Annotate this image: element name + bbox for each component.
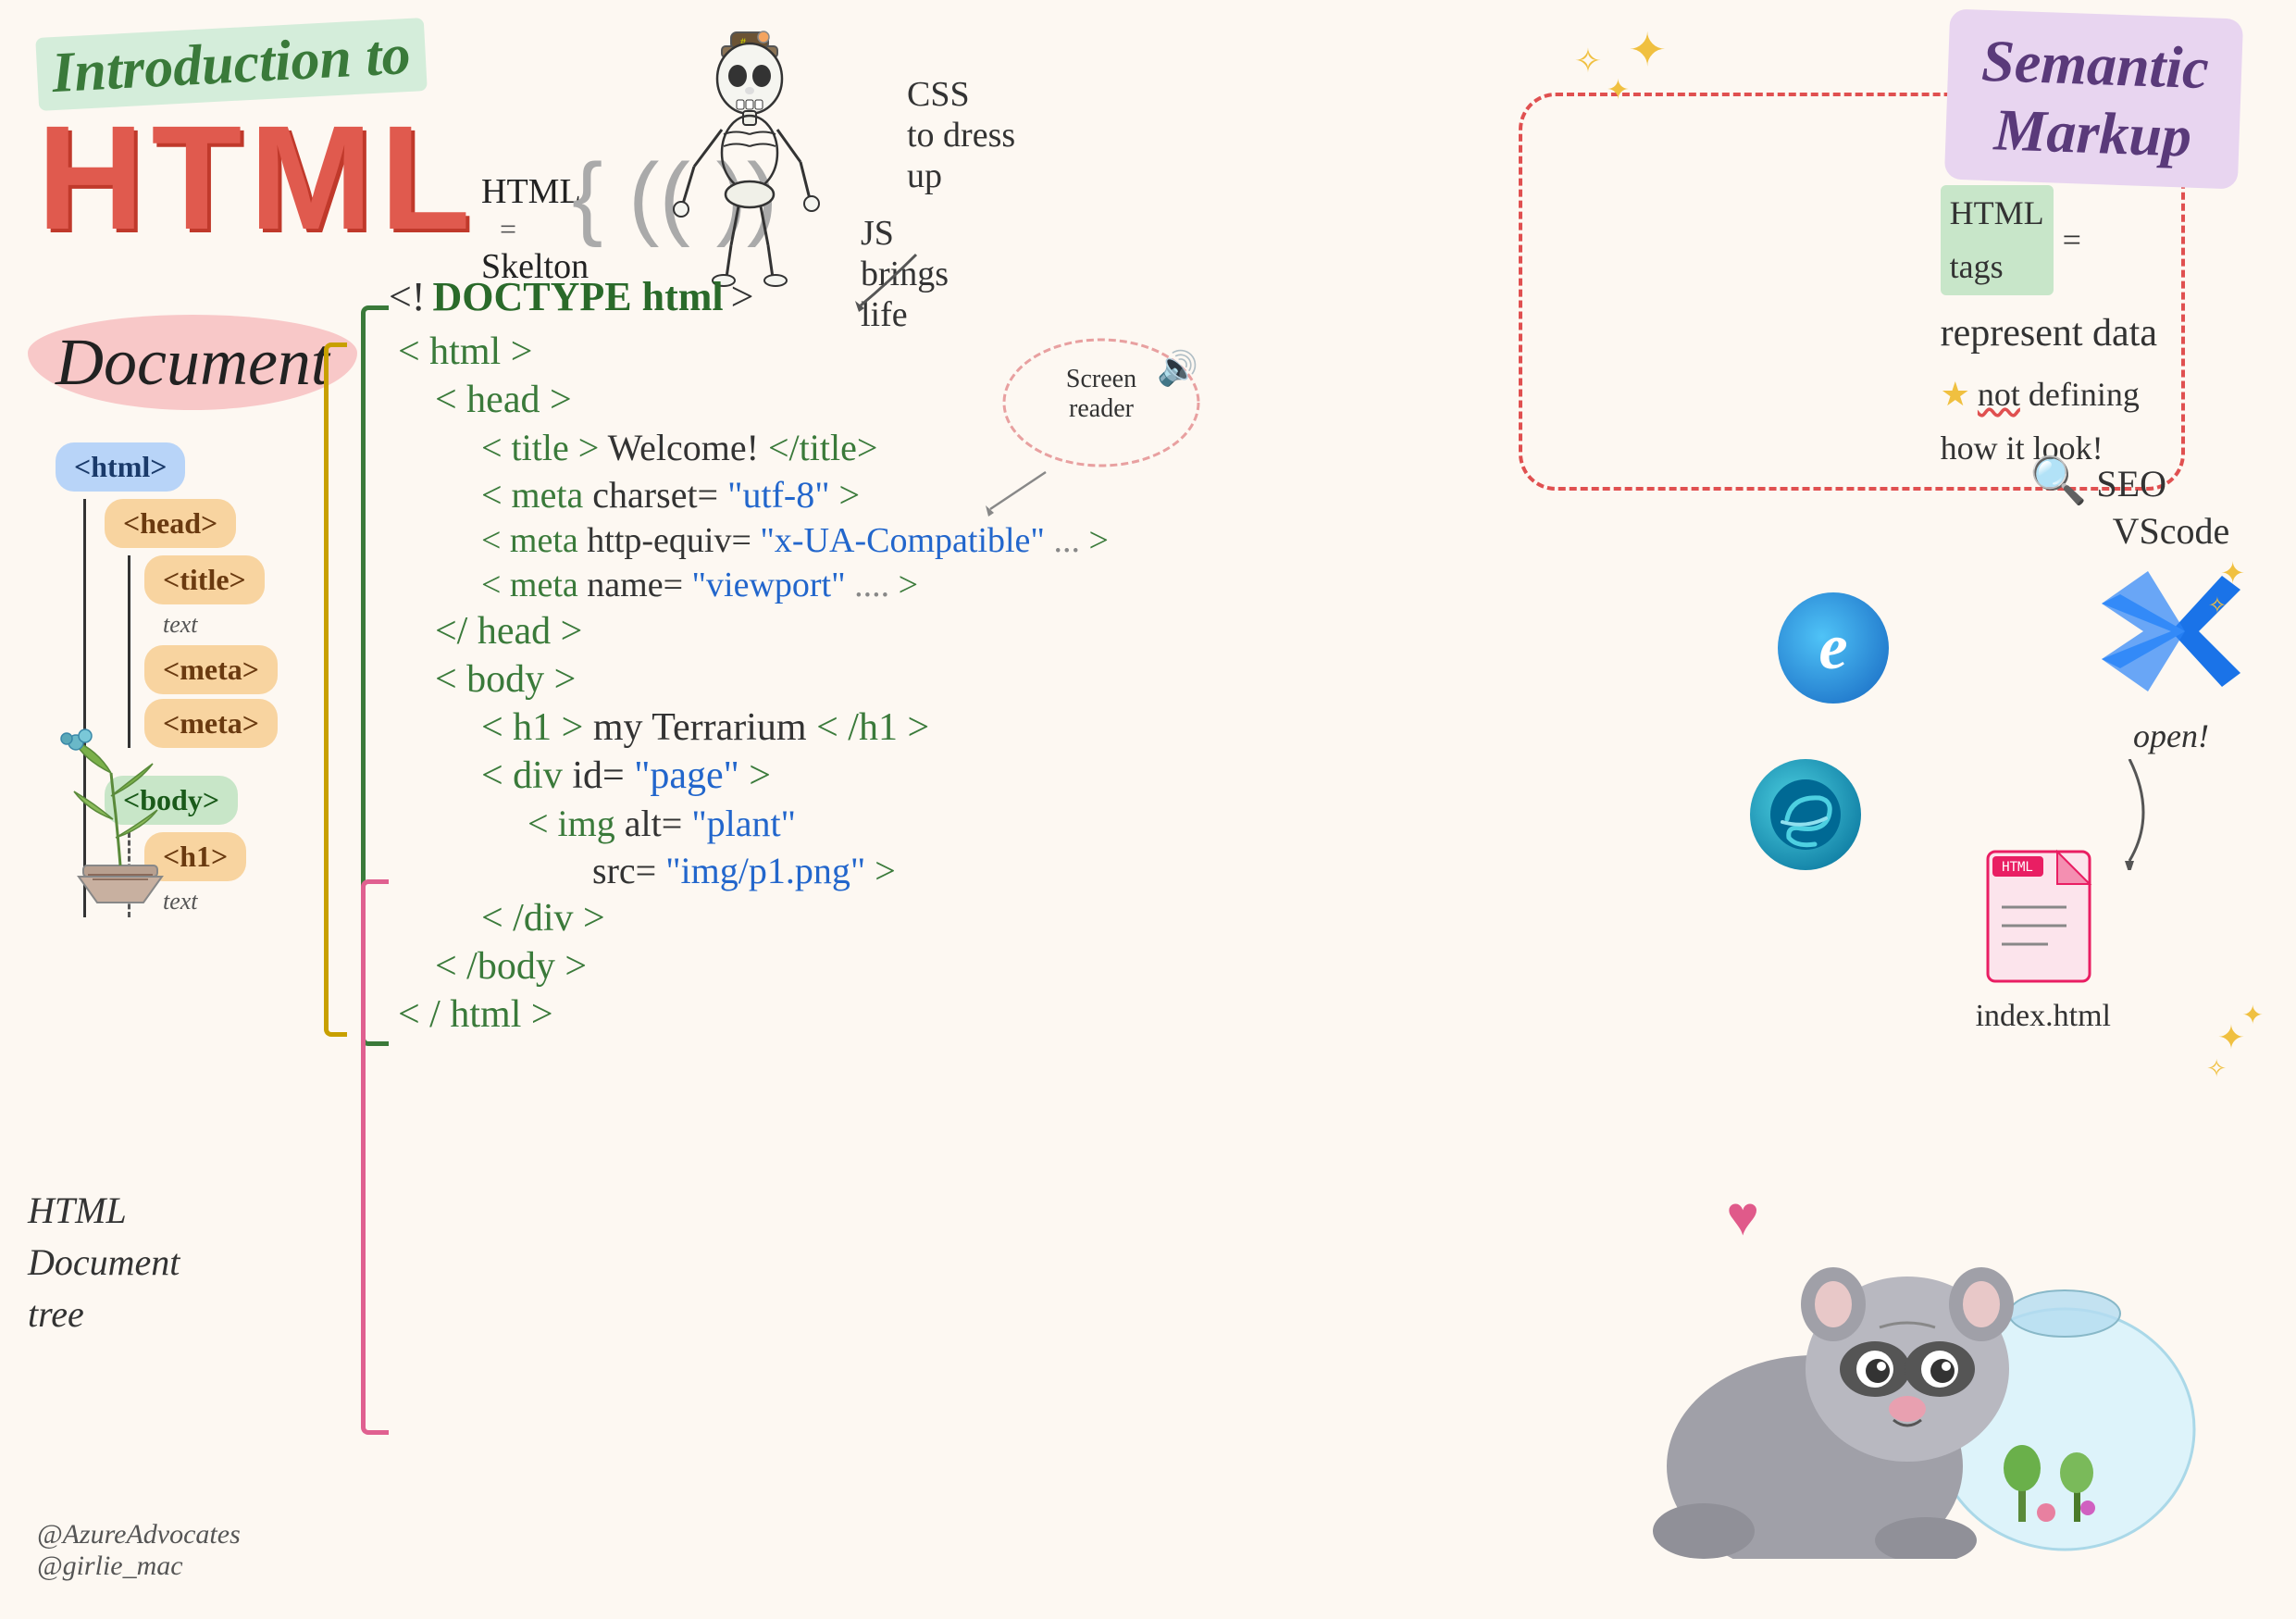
code-src: src= "img/p1.png" > <box>389 849 1222 892</box>
vscode-area: VScode open! <box>2102 509 2240 755</box>
title-tag: <title> <box>144 555 265 604</box>
html-doc-tree-label: HTMLDocumenttree <box>28 1185 180 1340</box>
code-div-page: < div id= "page" > <box>389 753 1222 798</box>
code-meta-http-equiv: < meta http-equiv= "x-UA-Compatible" ...… <box>389 520 1222 561</box>
code-div-close: < /div > <box>389 896 1222 940</box>
code-meta-name: < meta name= "viewport" .... > <box>389 565 1222 605</box>
edge-browser-icon <box>1750 759 1861 870</box>
sparkle-6: ✦ <box>2217 1018 2245 1057</box>
equals-label: = <box>2063 214 2081 268</box>
html-label: HTML <box>481 171 581 212</box>
document-label: Document <box>28 315 357 410</box>
svg-text:HTML: HTML <box>2002 860 2033 875</box>
html-tags-description: HTMLtags = represent data ★ not defining… <box>1941 185 2157 476</box>
code-h1: < h1 > my Terrarium < /h1 > <box>389 705 1222 750</box>
credit-line1: @AzureAdvocates <box>37 1519 241 1551</box>
code-title-line: < title > Welcome! </title> <box>389 426 1222 469</box>
main-container: Introduction to HTML Semantic Markup HTM… <box>0 0 2296 1619</box>
index-html-area: HTML index.html <box>1976 833 2111 1034</box>
meta1-tag: <meta> <box>144 645 278 694</box>
doctype-line: <! DOCTYPE html > <box>389 273 1222 320</box>
code-body-open: < body > <box>389 657 1222 702</box>
credit-line2: @girlie_mac <box>37 1551 241 1582</box>
head-tag: <head> <box>105 499 236 548</box>
seo-label: 🔍 SEO <box>2029 454 2166 508</box>
file-icon: HTML <box>1979 833 2108 990</box>
ie-icon-area: e <box>1778 592 1889 704</box>
represent-data-label: represent data <box>1941 303 2157 365</box>
skeleton-character: # <box>648 28 851 287</box>
sparkle-2: ✧ <box>1574 42 1602 81</box>
open-label: open! <box>2102 716 2240 755</box>
code-head-close: </ head > <box>389 609 1222 654</box>
code-head-open: < head > <box>389 378 1222 422</box>
sparkle-5: ✧ <box>2208 592 2227 619</box>
index-html-label: index.html <box>1976 999 2111 1034</box>
code-meta-charset: < meta charset= "utf-8" > <box>389 473 1222 517</box>
code-img-alt: < img alt= "plant" <box>389 802 1222 845</box>
html-equals: = <box>500 212 516 246</box>
ie-browser-icon: e <box>1778 592 1889 704</box>
sparkle-8: ✦ <box>2242 1000 2264 1031</box>
document-label-area: Document <box>28 315 357 429</box>
tree-html-node: <html> <box>56 442 370 492</box>
raccoon-terrarium-area <box>1556 1207 2203 1563</box>
screen-reader-arrow <box>981 463 1055 523</box>
sparkle-1: ✦ <box>1628 23 1667 77</box>
sparkle-3: ✦ <box>1607 74 1630 106</box>
not-label: not <box>1978 376 2020 413</box>
html-tags-label: HTMLtags <box>1941 185 2054 295</box>
vscode-label: VScode <box>2102 509 2240 553</box>
plant-illustration <box>28 722 213 912</box>
code-html-open: < html > <box>389 330 1222 374</box>
html-tag: <html> <box>56 442 185 492</box>
sparkle-4: ✦ <box>2220 555 2245 591</box>
css-label: CSS to dress up <box>907 74 1015 196</box>
edge-icon-area <box>1750 759 1861 870</box>
pink-bracket <box>361 879 389 1435</box>
credits-area: @AzureAdvocates @girlie_mac <box>37 1519 241 1582</box>
code-html-close: < / html > <box>389 992 1222 1037</box>
js-arrow <box>842 245 935 324</box>
code-section: <! DOCTYPE html > < html > < head > < ti… <box>389 273 1222 1040</box>
sparkle-7: ✧ <box>2206 1055 2227 1083</box>
yellow-bracket <box>324 342 347 1037</box>
code-body-close: < /body > <box>389 944 1222 989</box>
title-html: HTML <box>37 93 478 263</box>
semantic-markup-title: Semantic Markup <box>1944 9 2244 190</box>
